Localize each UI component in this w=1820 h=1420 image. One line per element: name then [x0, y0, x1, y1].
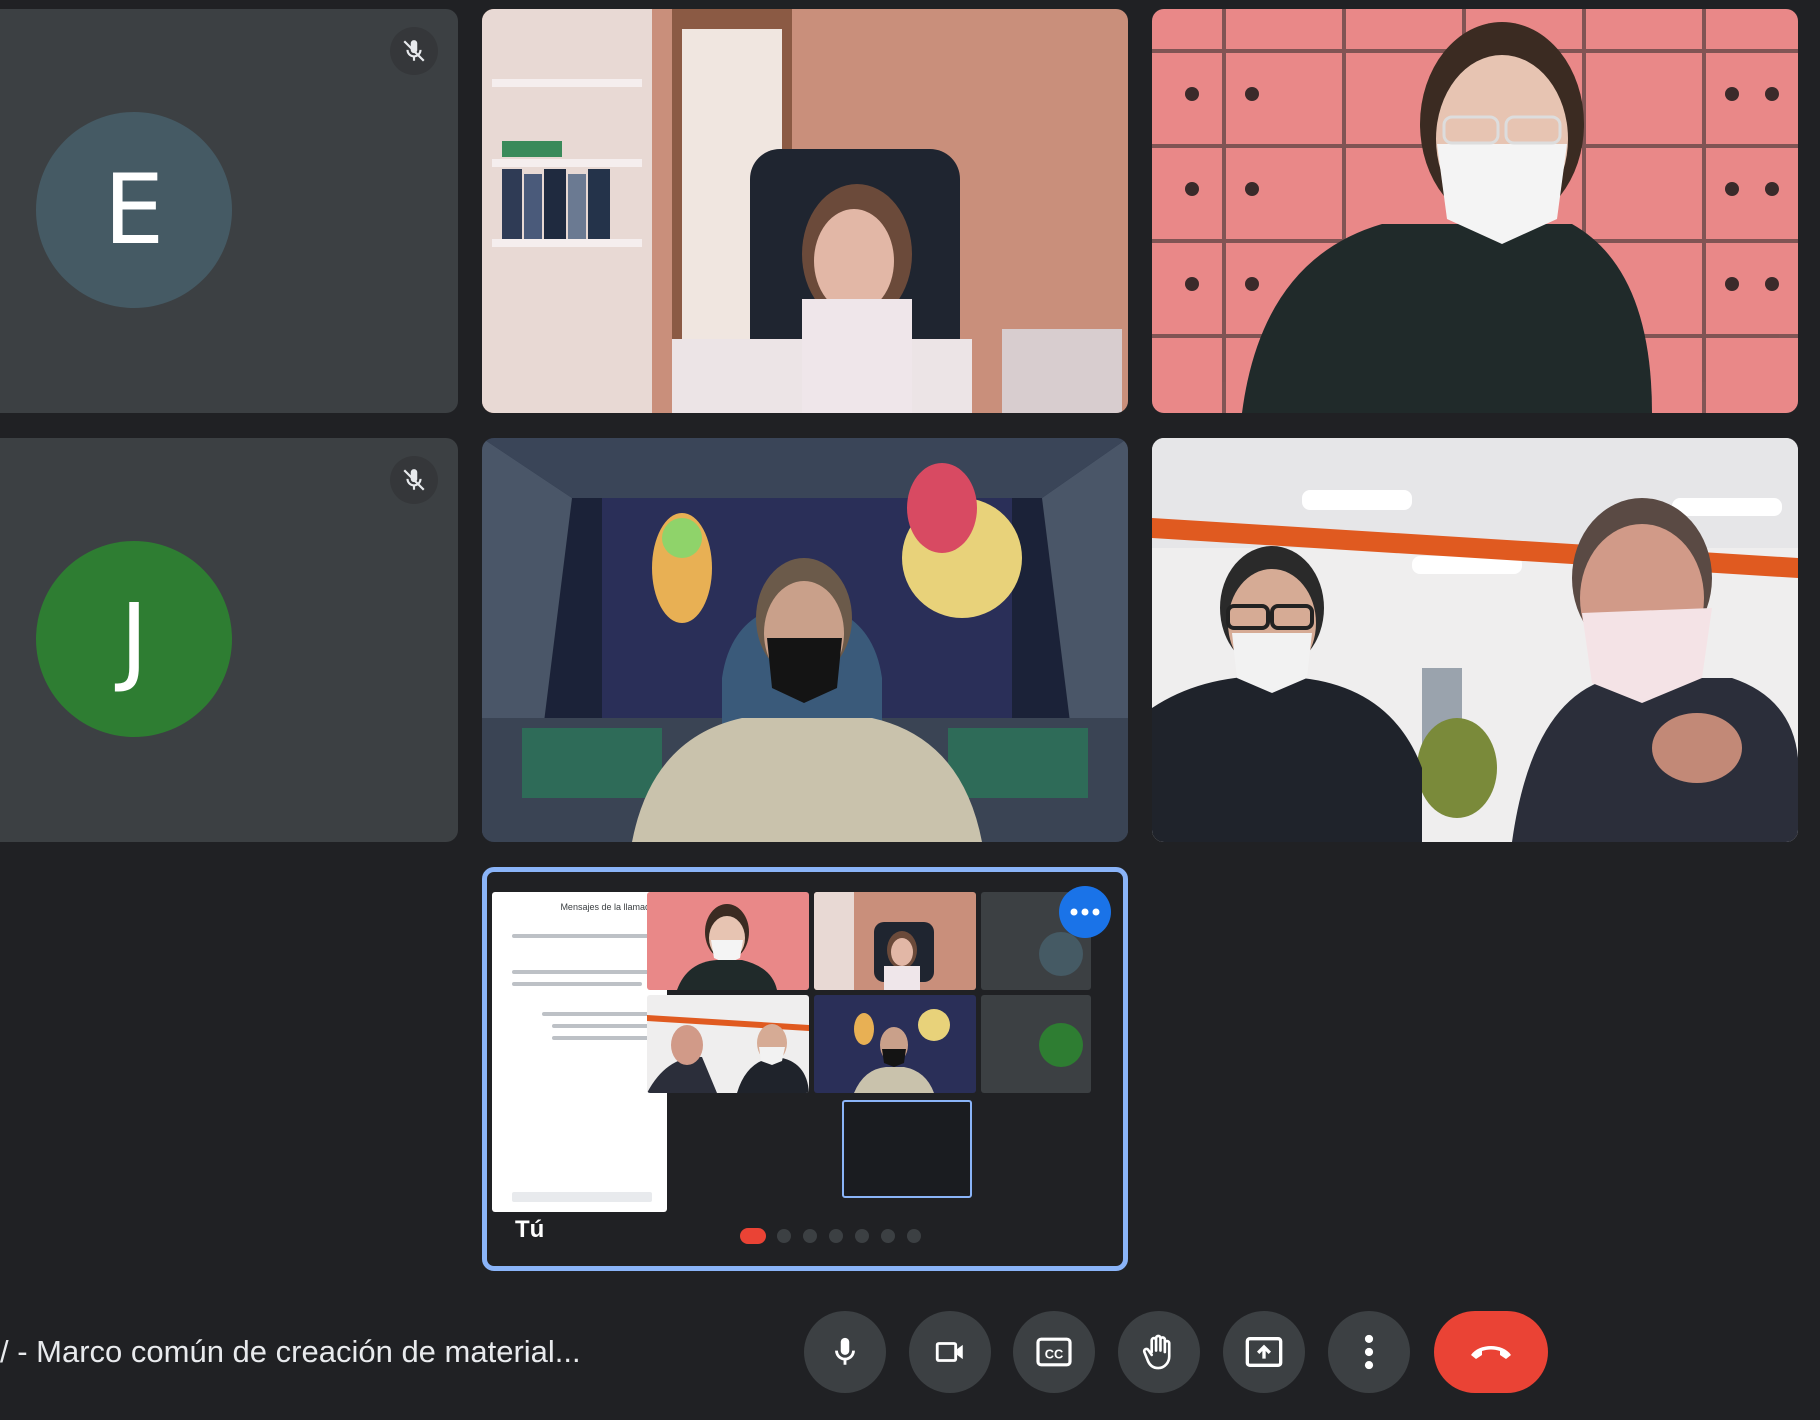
participant-video-masked-man[interactable]	[1152, 9, 1798, 413]
mini-control-icon	[881, 1229, 895, 1243]
video-feed	[482, 9, 1128, 413]
mic-muted-icon	[390, 27, 438, 75]
end-call-button[interactable]	[1434, 1311, 1548, 1393]
more-options-icon[interactable]	[1059, 886, 1111, 938]
camera-icon	[935, 1342, 963, 1362]
mini-tile	[814, 892, 976, 990]
participant-tile-e[interactable]: E	[0, 9, 458, 413]
video-feed	[1152, 9, 1798, 413]
self-label: Tú	[515, 1216, 545, 1243]
participant-video-office[interactable]	[1152, 438, 1798, 842]
mini-control-icon	[907, 1229, 921, 1243]
mini-control-icon	[829, 1229, 843, 1243]
avatar: E	[36, 112, 232, 308]
mini-tile	[981, 995, 1091, 1093]
raise-hand-button[interactable]	[1118, 1311, 1200, 1393]
captions-icon: CC	[1036, 1337, 1072, 1367]
avatar-initial: E	[103, 154, 165, 266]
participant-video-spaceship[interactable]	[482, 438, 1128, 842]
mini-control-icon	[855, 1229, 869, 1243]
end-call-icon	[1471, 1346, 1511, 1359]
mini-tile	[647, 892, 809, 990]
raise-hand-icon	[1142, 1334, 1171, 1370]
mic-muted-icon	[390, 456, 438, 504]
mini-end-call-icon	[740, 1228, 766, 1244]
mini-tile	[647, 995, 809, 1093]
mini-self-view	[842, 1100, 972, 1198]
camera-button[interactable]	[909, 1311, 991, 1393]
captions-button[interactable]: CC	[1013, 1311, 1095, 1393]
meeting-title: / - Marco común de creación de material.…	[0, 1334, 581, 1369]
participant-video-woman[interactable]	[482, 9, 1128, 413]
present-screen-button[interactable]	[1223, 1311, 1305, 1393]
mini-chat-title: Mensajes de la llamada	[560, 902, 655, 912]
avatar-initial: J	[119, 583, 149, 695]
microphone-button[interactable]	[804, 1311, 886, 1393]
present-screen-icon	[1245, 1337, 1283, 1367]
mini-tile	[814, 995, 976, 1093]
more-options-icon	[1364, 1334, 1374, 1370]
mini-control-icon	[803, 1229, 817, 1243]
avatar: J	[36, 541, 232, 737]
mini-chat-panel: Mensajes de la llamada	[492, 892, 667, 1212]
microphone-icon	[835, 1337, 855, 1365]
svg-text:CC: CC	[1045, 1346, 1063, 1361]
mini-control-icon	[777, 1229, 791, 1243]
self-view-tile[interactable]: Mensajes de la llamada Tú	[482, 867, 1128, 1271]
participant-tile-j[interactable]: J	[0, 438, 458, 842]
video-feed	[482, 438, 1128, 842]
video-feed	[1152, 438, 1798, 842]
more-options-button[interactable]	[1328, 1311, 1410, 1393]
